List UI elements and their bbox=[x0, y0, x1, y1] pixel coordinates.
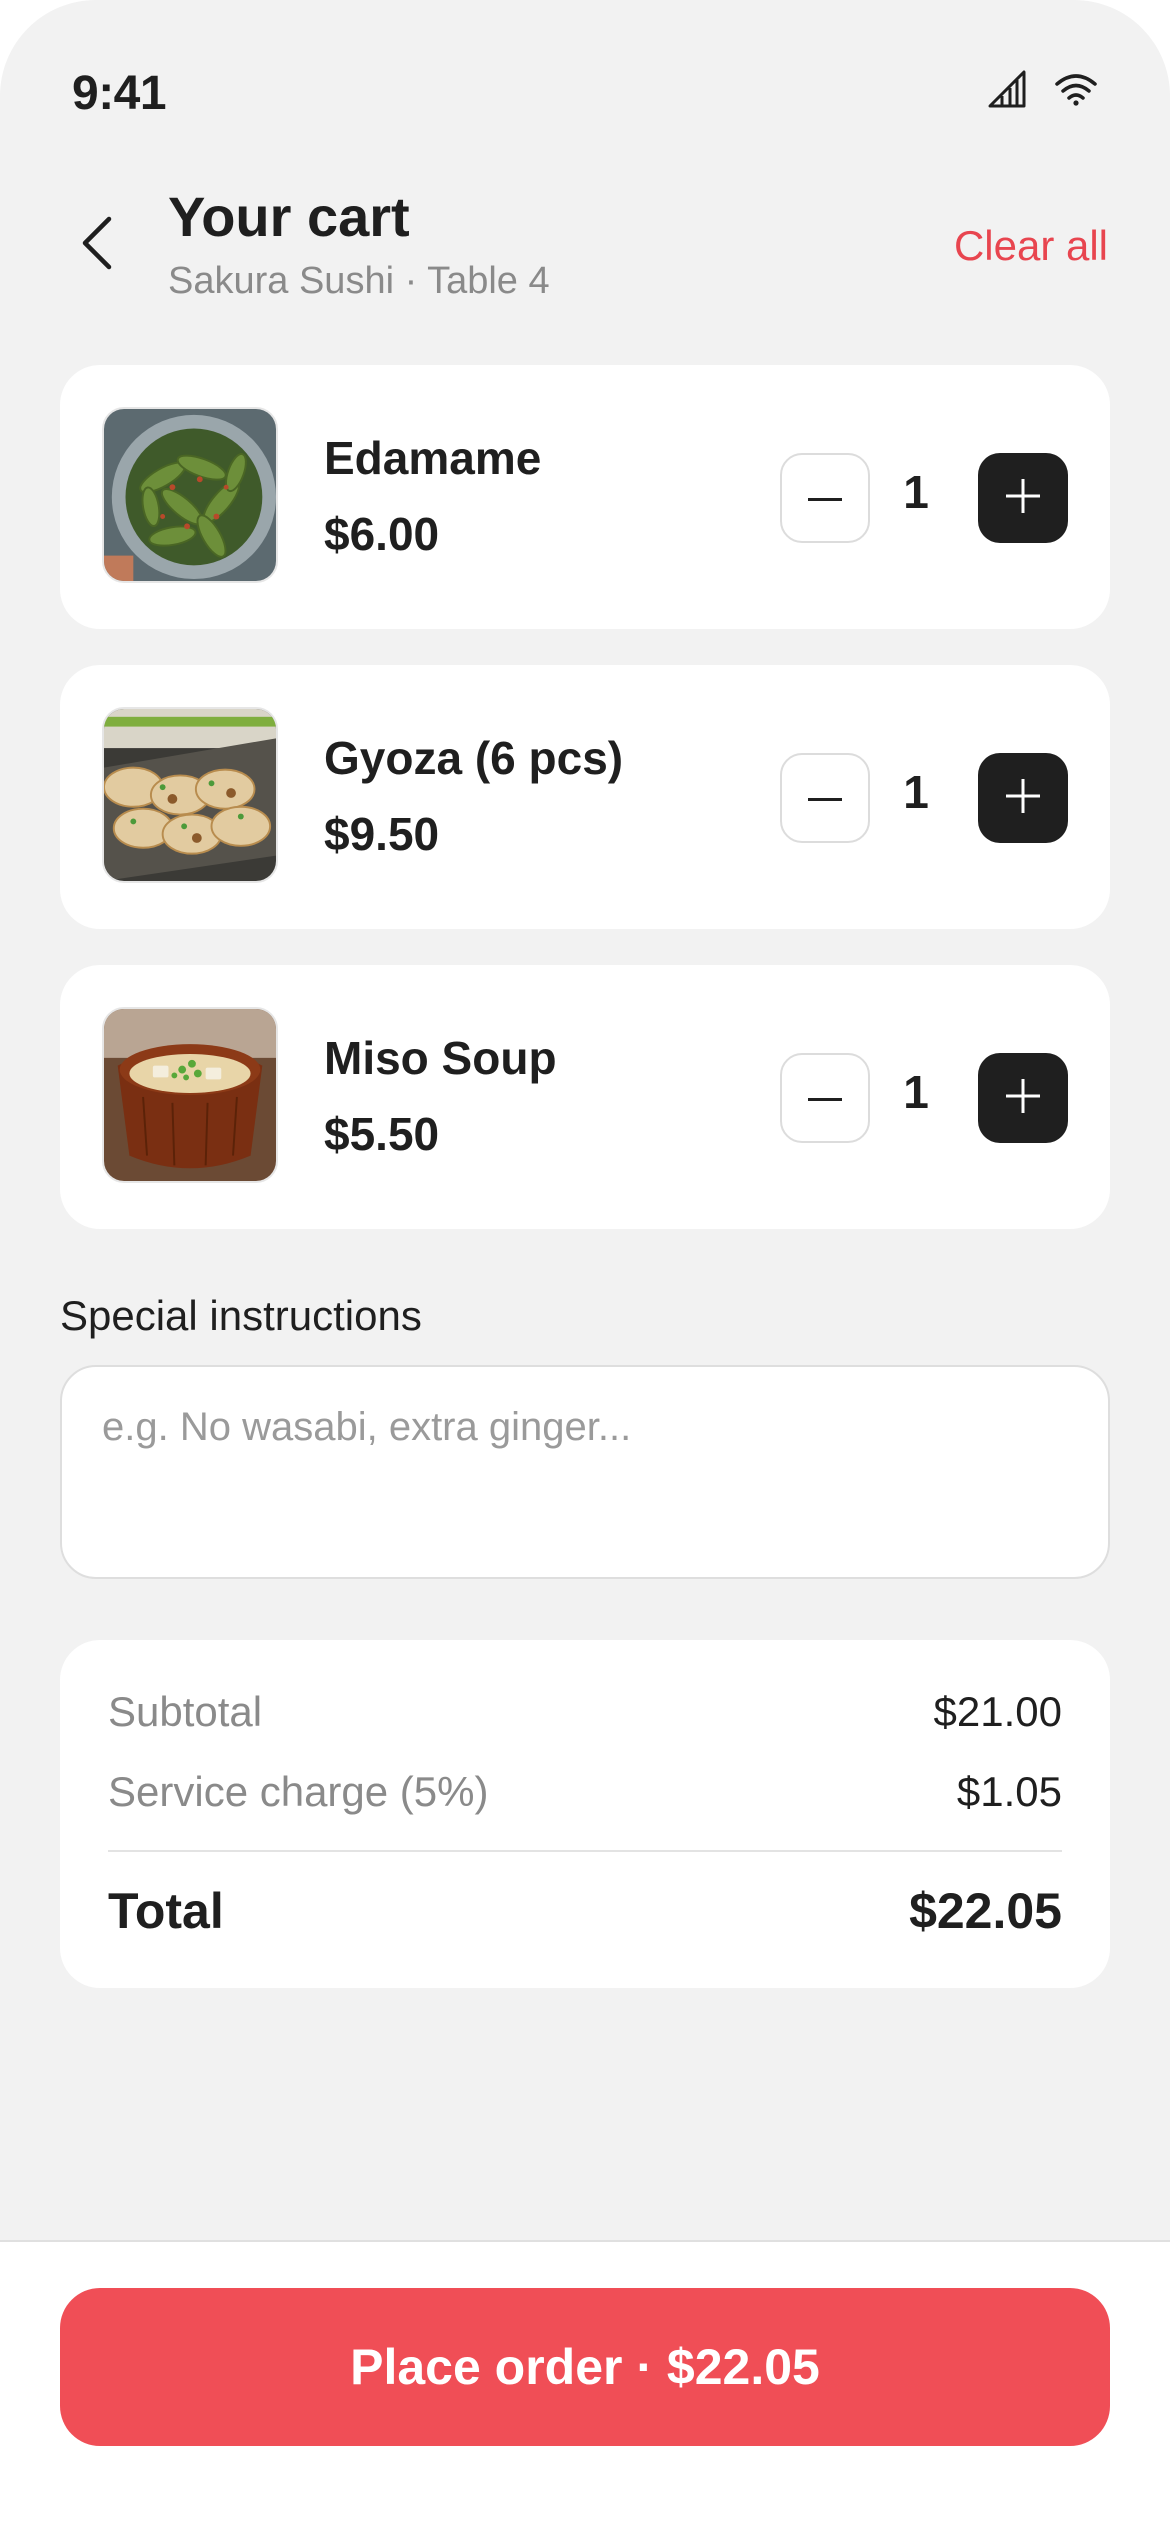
service-charge-value: $1.05 bbox=[956, 1768, 1062, 1815]
back-button[interactable] bbox=[62, 210, 132, 280]
item-price: $5.50 bbox=[324, 1108, 440, 1160]
decrease-quantity-button[interactable] bbox=[780, 1053, 870, 1143]
wifi-icon bbox=[1054, 72, 1098, 111]
increase-quantity-button[interactable] bbox=[978, 753, 1068, 843]
service-charge-label: Service charge (5%) bbox=[108, 1768, 489, 1815]
total-label: Total bbox=[108, 1883, 224, 1939]
subtotal-value: $21.00 bbox=[933, 1688, 1062, 1735]
increase-quantity-button[interactable] bbox=[978, 1053, 1068, 1143]
bottom-bar: Place order · $22.05 bbox=[0, 2240, 1170, 2532]
decrease-quantity-button[interactable] bbox=[780, 453, 870, 543]
page-title: Your cart bbox=[168, 185, 410, 248]
status-icons bbox=[988, 70, 1098, 113]
quantity-value: 1 bbox=[903, 466, 929, 518]
minus-icon bbox=[808, 1089, 842, 1107]
plus-icon bbox=[1006, 478, 1040, 518]
special-instructions-label: Special instructions bbox=[60, 1292, 422, 1339]
summary-divider bbox=[108, 1850, 1062, 1852]
edamame-photo bbox=[102, 407, 278, 583]
chevron-left-icon bbox=[79, 215, 115, 276]
signal-icon bbox=[988, 70, 1028, 113]
special-instructions-input[interactable] bbox=[60, 1365, 1110, 1579]
minus-icon bbox=[808, 489, 842, 507]
item-name: Gyoza (6 pcs) bbox=[324, 732, 624, 784]
total-row: Total $22.05 bbox=[108, 1882, 1062, 1940]
plus-icon bbox=[1006, 778, 1040, 818]
quantity-value: 1 bbox=[903, 1066, 929, 1118]
item-name: Miso Soup bbox=[324, 1032, 557, 1084]
service-charge-row: Service charge (5%) $1.05 bbox=[108, 1768, 1062, 1816]
item-price: $6.00 bbox=[324, 508, 440, 560]
quantity-value: 1 bbox=[903, 766, 929, 818]
subtotal-row: Subtotal $21.00 bbox=[108, 1688, 1062, 1736]
cart-item-gyoza: Gyoza (6 pcs) $9.50 1 bbox=[60, 665, 1110, 929]
miso-soup-photo bbox=[102, 1007, 278, 1183]
minus-icon bbox=[808, 789, 842, 807]
clear-all-button[interactable]: Clear all bbox=[954, 222, 1108, 270]
order-summary: Subtotal $21.00 Service charge (5%) $1.0… bbox=[60, 1640, 1110, 1988]
gyoza-photo bbox=[102, 707, 278, 883]
cart-screen: 9:41 Your cart Sakura Sushi · Table 4 Cl… bbox=[0, 0, 1170, 2532]
place-order-button[interactable]: Place order · $22.05 bbox=[60, 2288, 1110, 2446]
increase-quantity-button[interactable] bbox=[978, 453, 1068, 543]
decrease-quantity-button[interactable] bbox=[780, 753, 870, 843]
cart-item-miso-soup: Miso Soup $5.50 1 bbox=[60, 965, 1110, 1229]
cart-item-edamame: Edamame $6.00 1 bbox=[60, 365, 1110, 629]
plus-icon bbox=[1006, 1078, 1040, 1118]
item-price: $9.50 bbox=[324, 808, 440, 860]
restaurant-table-subtitle: Sakura Sushi · Table 4 bbox=[168, 260, 550, 302]
total-value: $22.05 bbox=[909, 1883, 1062, 1939]
subtotal-label: Subtotal bbox=[108, 1688, 263, 1735]
item-name: Edamame bbox=[324, 432, 542, 484]
status-time: 9:41 bbox=[72, 67, 167, 120]
